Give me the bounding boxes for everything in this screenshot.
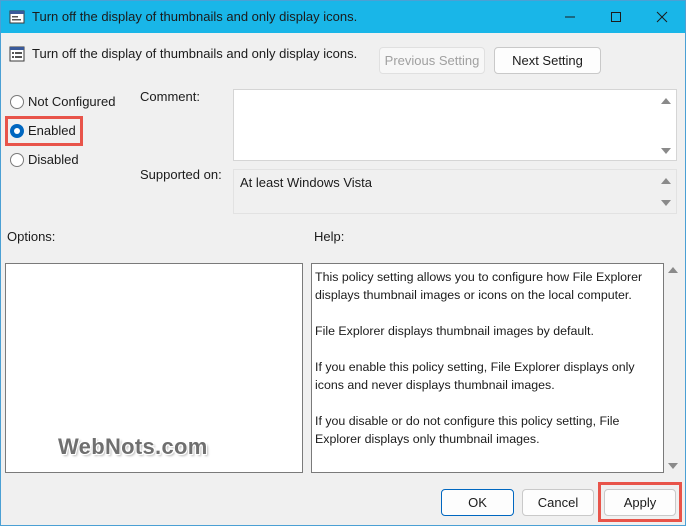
- ok-button[interactable]: OK: [441, 489, 514, 516]
- supported-label: Supported on:: [140, 167, 222, 182]
- maximize-icon: [611, 12, 621, 22]
- scroll-down-icon[interactable]: [661, 148, 671, 154]
- policy-name: Turn off the display of thumbnails and o…: [32, 46, 358, 61]
- help-paragraph: File Explorer displays thumbnail images …: [315, 324, 594, 338]
- window-title: Turn off the display of thumbnails and o…: [32, 9, 358, 24]
- minimize-button[interactable]: [547, 1, 593, 33]
- not-configured-radio[interactable]: [10, 95, 24, 109]
- enabled-radio[interactable]: [10, 124, 24, 138]
- help-paragraph: This policy setting allows you to config…: [315, 270, 643, 302]
- options-label: Options:: [7, 229, 56, 244]
- policy-setting-icon: [9, 46, 25, 62]
- maximize-button[interactable]: [593, 1, 639, 33]
- scroll-down-icon[interactable]: [668, 463, 678, 469]
- not-configured-label: Not Configured: [28, 94, 116, 109]
- supported-value: At least Windows Vista: [240, 175, 372, 190]
- scroll-up-icon[interactable]: [661, 178, 671, 184]
- cancel-button[interactable]: Cancel: [522, 489, 594, 516]
- policy-icon: [9, 9, 25, 25]
- disabled-label: Disabled: [28, 152, 79, 167]
- comment-label: Comment:: [140, 89, 200, 104]
- comment-textarea[interactable]: [233, 89, 677, 161]
- scroll-down-icon[interactable]: [661, 200, 671, 206]
- scroll-up-icon[interactable]: [668, 267, 678, 273]
- policy-dialog: Turn off the display of thumbnails and o…: [0, 0, 686, 526]
- next-setting-button[interactable]: Next Setting: [494, 47, 601, 74]
- title-bar[interactable]: Turn off the display of thumbnails and o…: [1, 1, 685, 33]
- close-button[interactable]: [639, 1, 685, 33]
- watermark-logo: WebNots.com: [58, 434, 208, 459]
- enabled-label: Enabled: [28, 123, 76, 138]
- previous-setting-button[interactable]: Previous Setting: [379, 47, 485, 74]
- scroll-up-icon[interactable]: [661, 98, 671, 104]
- help-label: Help:: [314, 229, 345, 244]
- minimize-icon: [565, 16, 575, 18]
- close-icon: [656, 11, 668, 23]
- apply-button[interactable]: Apply: [604, 489, 676, 516]
- supported-field: At least Windows Vista: [233, 169, 677, 214]
- disabled-radio[interactable]: [10, 153, 24, 167]
- help-paragraph: If you disable or do not configure this …: [315, 414, 620, 446]
- help-paragraph: If you enable this policy setting, File …: [315, 360, 635, 392]
- help-text: This policy setting allows you to config…: [315, 268, 661, 466]
